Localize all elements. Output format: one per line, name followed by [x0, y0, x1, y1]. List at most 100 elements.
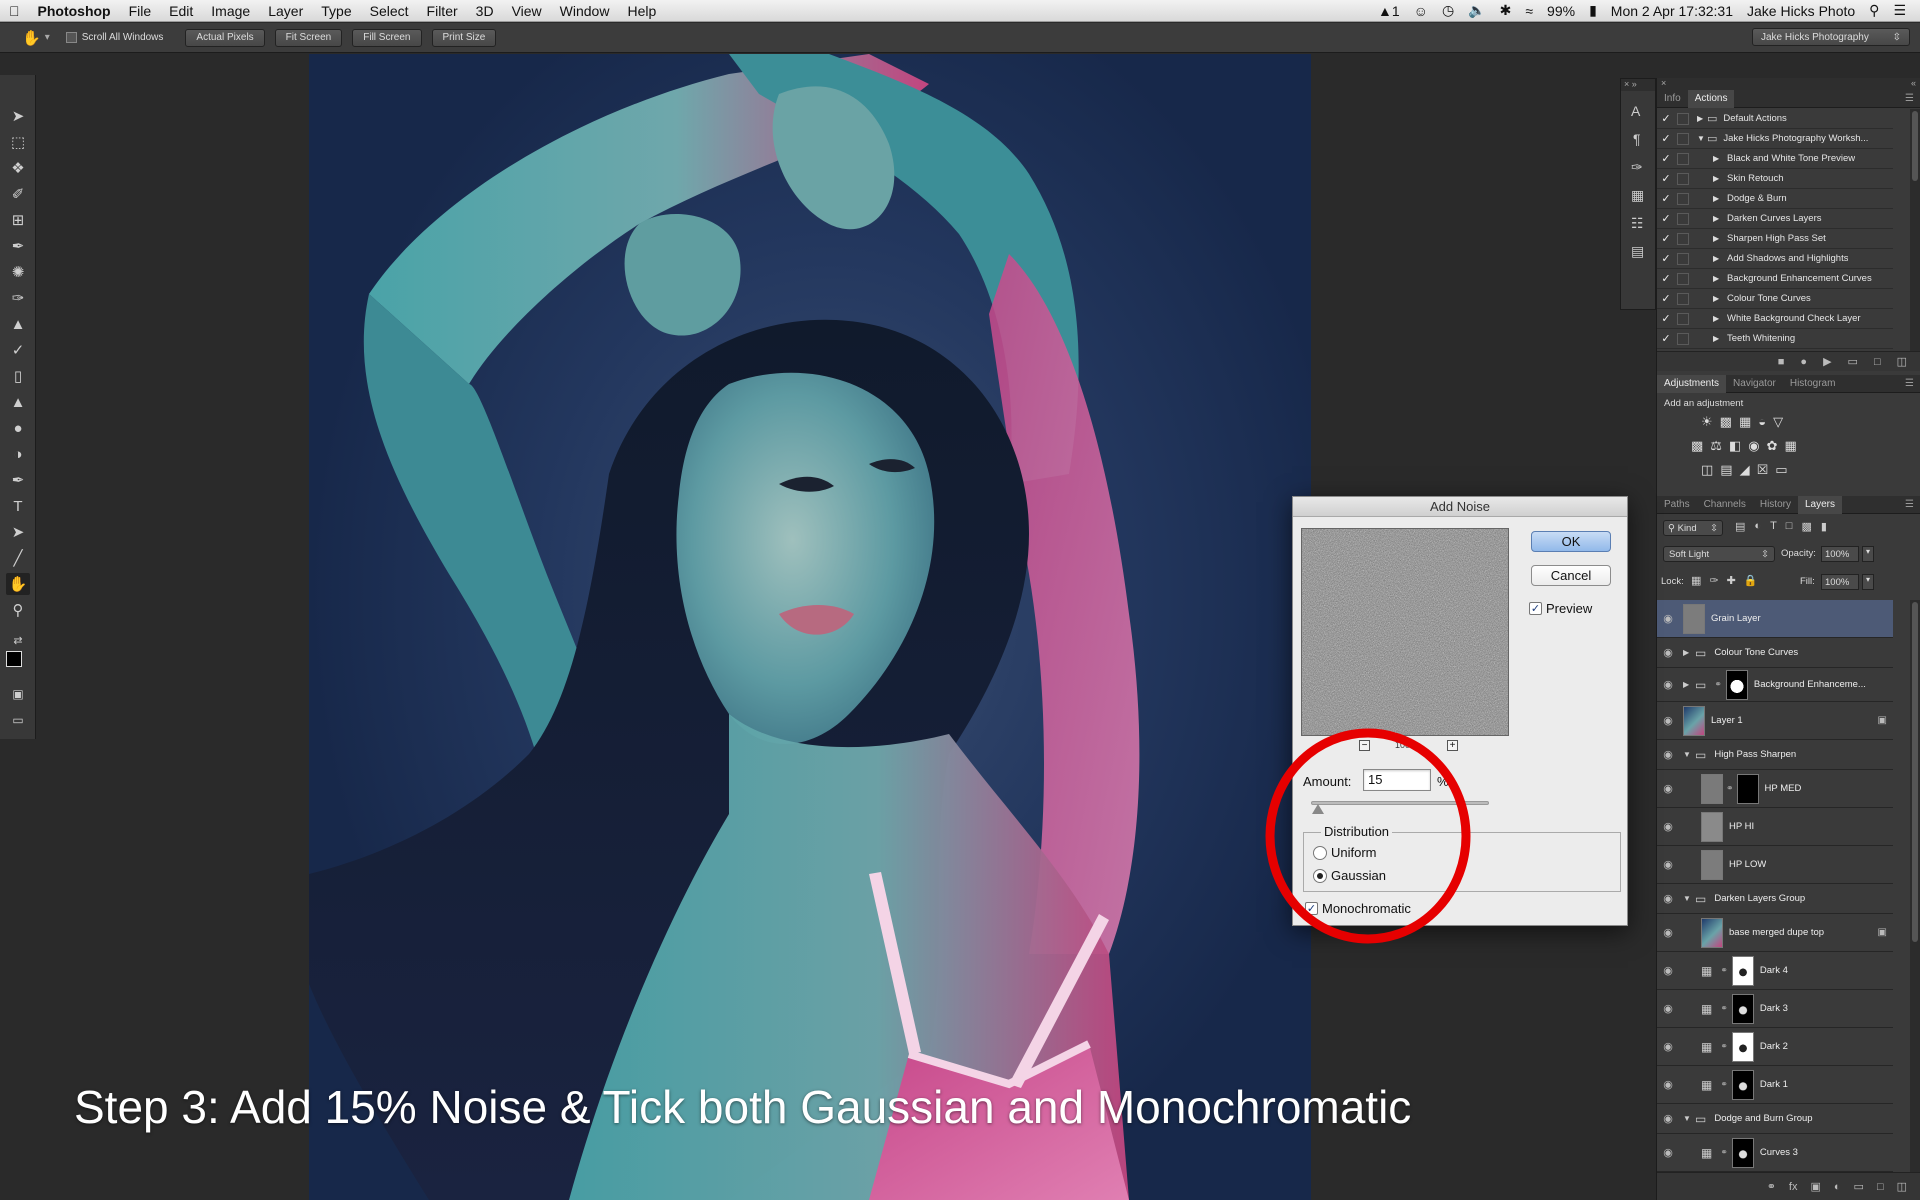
dialog-toggle-box[interactable] [1677, 332, 1689, 345]
action-item[interactable]: ✓ ▶ Sharpen High Pass Set [1657, 229, 1893, 249]
posterize-icon[interactable]: ▤ [1720, 462, 1732, 478]
new-adjustment-icon[interactable]: ◐ [1834, 1181, 1841, 1193]
dialog-toggle-box[interactable] [1677, 252, 1689, 265]
blur-tool-icon[interactable]: ● [6, 417, 30, 439]
zoom-tool-icon[interactable]: ⚲ [6, 599, 30, 621]
tool-presets-icon[interactable]: ☷ [1631, 215, 1644, 232]
cancel-button[interactable]: Cancel [1531, 565, 1611, 586]
adjustment-filter-icon[interactable]: ◐ [1754, 520, 1761, 533]
type-tool-icon[interactable]: T [6, 495, 30, 517]
dialog-toggle-box[interactable] [1677, 232, 1689, 245]
layer-row[interactable]: ◉ HP HI [1657, 808, 1893, 846]
chain-icon[interactable]: ⚭ [1720, 1147, 1728, 1158]
eye-icon[interactable]: ◉ [1657, 926, 1679, 939]
new-action-icon[interactable]: □ [1874, 356, 1881, 368]
layer-thumbnail[interactable] [1701, 811, 1723, 842]
dialog-toggle-box[interactable] [1677, 212, 1689, 225]
panel-dock-header[interactable]: × « [1657, 78, 1920, 90]
action-item[interactable]: ✓ ▶ ▭ Default Actions [1657, 109, 1893, 129]
properties-icon[interactable]: ▤ [1631, 243, 1644, 260]
triangle-right-icon[interactable]: ▶ [1713, 334, 1723, 343]
layer-thumbnail[interactable] [1701, 849, 1723, 880]
dialog-toggle-box[interactable] [1677, 112, 1689, 125]
character-panel-icon[interactable]: A [1631, 103, 1640, 119]
bluetooth-icon[interactable]: ✱ [1500, 2, 1512, 19]
layer-thumbnail[interactable] [1683, 603, 1705, 634]
eye-icon[interactable]: ◉ [1657, 678, 1679, 691]
checkmark-icon[interactable]: ✓ [1657, 252, 1675, 265]
tab-info[interactable]: Info [1657, 90, 1688, 108]
foreground-color-swatch[interactable] [6, 651, 22, 667]
lock-pixels-icon[interactable]: ✑ [1709, 574, 1718, 587]
photo-filter-icon[interactable]: ◉ [1748, 438, 1759, 454]
tab-channels[interactable]: Channels [1697, 496, 1753, 514]
triangle-down-icon[interactable]: ▼ [1697, 134, 1707, 143]
line-tool-icon[interactable]: ╱ [6, 547, 30, 569]
time-machine-icon[interactable]: ◷ [1442, 2, 1454, 19]
checkmark-icon[interactable]: ✓ [1657, 112, 1675, 125]
checkmark-icon[interactable]: ✓ [1657, 232, 1675, 245]
brightness-icon[interactable]: ☀ [1701, 414, 1713, 430]
triangle-down-icon[interactable]: ▼ [1683, 750, 1695, 759]
triangle-right-icon[interactable]: ▶ [1713, 274, 1723, 283]
tab-actions[interactable]: Actions [1687, 89, 1735, 108]
layer-mask-thumbnail[interactable] [1731, 993, 1754, 1024]
layer-row[interactable]: ◉ ▦ ⚭ Dark 2 [1657, 1028, 1893, 1066]
color-lookup-icon[interactable]: ▦ [1785, 438, 1797, 454]
panel-menu-icon[interactable]: ☰ [1898, 90, 1920, 108]
dialog-toggle-box[interactable] [1677, 272, 1689, 285]
layer-mask-thumbnail[interactable] [1731, 1069, 1754, 1100]
selective-color-icon[interactable]: ☒ [1757, 462, 1769, 478]
checkmark-icon[interactable]: ✓ [1657, 172, 1675, 185]
fill-screen-button[interactable]: Fill Screen [352, 28, 422, 47]
hue-sat-icon[interactable]: ▩ [1691, 438, 1703, 454]
panel-menu-icon[interactable]: ☰ [1898, 496, 1920, 514]
menu-file[interactable]: File [120, 3, 161, 19]
chain-icon[interactable]: ⚭ [1714, 679, 1722, 690]
eye-icon[interactable]: ◉ [1657, 782, 1679, 795]
link-layers-icon[interactable]: ⚭ [1767, 1180, 1776, 1193]
layer-row[interactable]: ◉ ▦ ⚭ Dark 1 [1657, 1066, 1893, 1104]
blend-mode-select[interactable]: Soft Light ⇳ [1663, 546, 1775, 562]
add-mask-icon[interactable]: ▣ [1810, 1180, 1820, 1193]
layer-row[interactable]: ◉ HP LOW [1657, 846, 1893, 884]
checkmark-icon[interactable]: ✓ [1657, 132, 1675, 145]
layer-mask-thumbnail[interactable] [1731, 1137, 1754, 1168]
layer-row[interactable]: ◉ ▶ ▭ Colour Tone Curves [1657, 638, 1893, 668]
layer-row[interactable]: ◉ ▼ ▭ Dodge and Burn Group [1657, 1104, 1893, 1134]
type-filter-icon[interactable]: T [1770, 520, 1777, 533]
eye-icon[interactable]: ◉ [1657, 892, 1679, 905]
clone-source-icon[interactable]: ▦ [1631, 187, 1644, 204]
battery-percent[interactable]: 99% [1547, 3, 1575, 19]
checkmark-icon[interactable]: ✓ [1657, 272, 1675, 285]
eye-icon[interactable]: ◉ [1657, 858, 1679, 871]
layer-thumbnail[interactable] [1683, 705, 1705, 736]
triangle-right-icon[interactable]: ▶ [1713, 154, 1723, 163]
eye-icon[interactable]: ◉ [1657, 1146, 1679, 1159]
layer-row[interactable]: ◉ ⚭ HP MED [1657, 770, 1893, 808]
checkmark-icon[interactable]: ✓ [1657, 312, 1675, 325]
workspace-select[interactable]: Jake Hicks Photography ⇳ [1752, 28, 1910, 46]
crop-tool-icon[interactable]: ⊞ [6, 209, 30, 231]
layer-row[interactable]: ◉ Grain Layer [1657, 600, 1893, 638]
user-name[interactable]: Jake Hicks Photo [1747, 3, 1855, 19]
menu-app-name[interactable]: Photoshop [29, 3, 120, 19]
lock-position-icon[interactable]: ✚ [1727, 574, 1736, 587]
path-select-icon[interactable]: ➤ [6, 521, 30, 543]
dialog-title[interactable]: Add Noise [1293, 497, 1627, 517]
collapse-icon[interactable]: « [1911, 78, 1916, 90]
record-icon[interactable]: ● [1800, 356, 1807, 368]
fill-dropdown-icon[interactable]: ▾ [1862, 574, 1874, 590]
action-item[interactable]: ✓ ▶ Black and White Tone Preview [1657, 149, 1893, 169]
fit-screen-button[interactable]: Fit Screen [274, 28, 343, 47]
play-icon[interactable]: ▶ [1823, 355, 1831, 368]
eye-icon[interactable]: ◉ [1657, 748, 1679, 761]
threshold-icon[interactable]: ◢ [1740, 462, 1750, 478]
pixel-filter-icon[interactable]: ▤ [1735, 520, 1745, 533]
swap-colors-icon[interactable]: ⇄ [6, 629, 30, 651]
quick-mask-icon[interactable]: ▣ [6, 683, 30, 705]
history-brush-icon[interactable]: ✓ [6, 339, 30, 361]
triangle-right-icon[interactable]: ▶ [1713, 234, 1723, 243]
triangle-right-icon[interactable]: ▶ [1683, 680, 1695, 689]
close-icon[interactable]: × [1661, 78, 1666, 90]
